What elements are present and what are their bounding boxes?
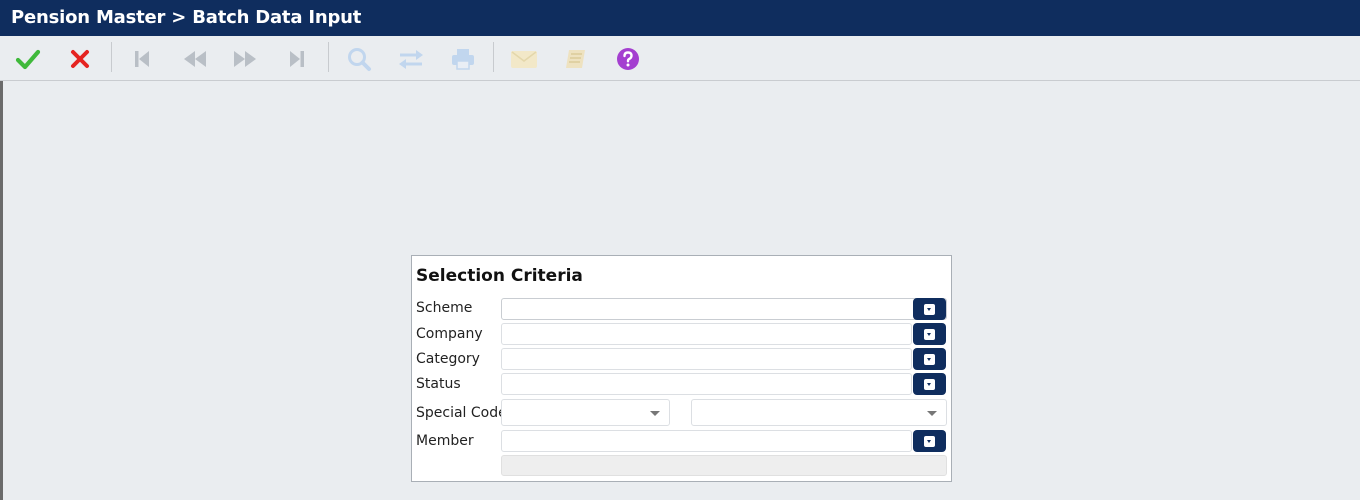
notes-button[interactable] xyxy=(561,44,591,74)
dropdown-box-icon xyxy=(924,435,935,447)
print-icon xyxy=(452,49,474,70)
chevron-down-icon xyxy=(650,411,660,416)
next-record-button[interactable] xyxy=(230,44,260,74)
confirm-button[interactable] xyxy=(13,44,43,74)
cancel-button[interactable] xyxy=(65,44,95,74)
scheme-input[interactable] xyxy=(501,298,947,320)
help-button[interactable] xyxy=(613,44,643,74)
member-lookup-button[interactable] xyxy=(913,430,946,452)
category-label: Category xyxy=(416,351,480,367)
member-name-display xyxy=(501,455,947,476)
mail-icon xyxy=(511,51,537,68)
scheme-lookup-button[interactable] xyxy=(913,298,946,320)
search-icon xyxy=(348,48,371,71)
special-code-label: Special Code xyxy=(416,405,507,421)
print-button[interactable] xyxy=(448,44,478,74)
category-input[interactable] xyxy=(501,348,912,370)
previous-record-button[interactable] xyxy=(180,44,210,74)
selection-criteria-panel: Selection Criteria Scheme Company Catego… xyxy=(411,255,952,482)
dropdown-box-icon xyxy=(924,378,935,390)
company-input[interactable] xyxy=(501,323,912,345)
company-label: Company xyxy=(416,326,483,342)
close-icon xyxy=(71,50,89,68)
toolbar-separator xyxy=(111,42,112,72)
member-input[interactable] xyxy=(501,430,912,452)
toolbar-separator xyxy=(493,42,494,72)
special-code-select-1[interactable] xyxy=(501,399,670,426)
page-title: Pension Master > Batch Data Input xyxy=(0,0,1360,36)
status-input[interactable] xyxy=(501,373,912,395)
last-record-button[interactable] xyxy=(282,44,312,74)
panel-title: Selection Criteria xyxy=(416,266,583,286)
dropdown-box-icon xyxy=(924,303,935,315)
transfer-icon xyxy=(399,50,423,69)
transfer-button[interactable] xyxy=(396,44,426,74)
check-icon xyxy=(15,49,41,70)
previous-record-icon xyxy=(184,51,206,67)
email-button[interactable] xyxy=(509,44,539,74)
notebook-icon xyxy=(566,50,585,68)
member-label: Member xyxy=(416,433,474,449)
first-record-icon xyxy=(135,51,149,67)
status-lookup-button[interactable] xyxy=(913,373,946,395)
dropdown-box-icon xyxy=(924,328,935,340)
chevron-down-icon xyxy=(927,411,937,416)
window-left-edge xyxy=(0,80,3,500)
company-lookup-button[interactable] xyxy=(913,323,946,345)
toolbar xyxy=(0,36,1360,81)
toolbar-separator xyxy=(328,42,329,72)
search-button[interactable] xyxy=(344,44,374,74)
scheme-label: Scheme xyxy=(416,300,473,316)
next-record-icon xyxy=(234,51,256,67)
dropdown-box-icon xyxy=(924,353,935,365)
special-code-select-2[interactable] xyxy=(691,399,947,426)
help-icon xyxy=(617,48,639,70)
status-label: Status xyxy=(416,376,461,392)
last-record-icon xyxy=(290,51,304,67)
category-lookup-button[interactable] xyxy=(913,348,946,370)
first-record-button[interactable] xyxy=(127,44,157,74)
